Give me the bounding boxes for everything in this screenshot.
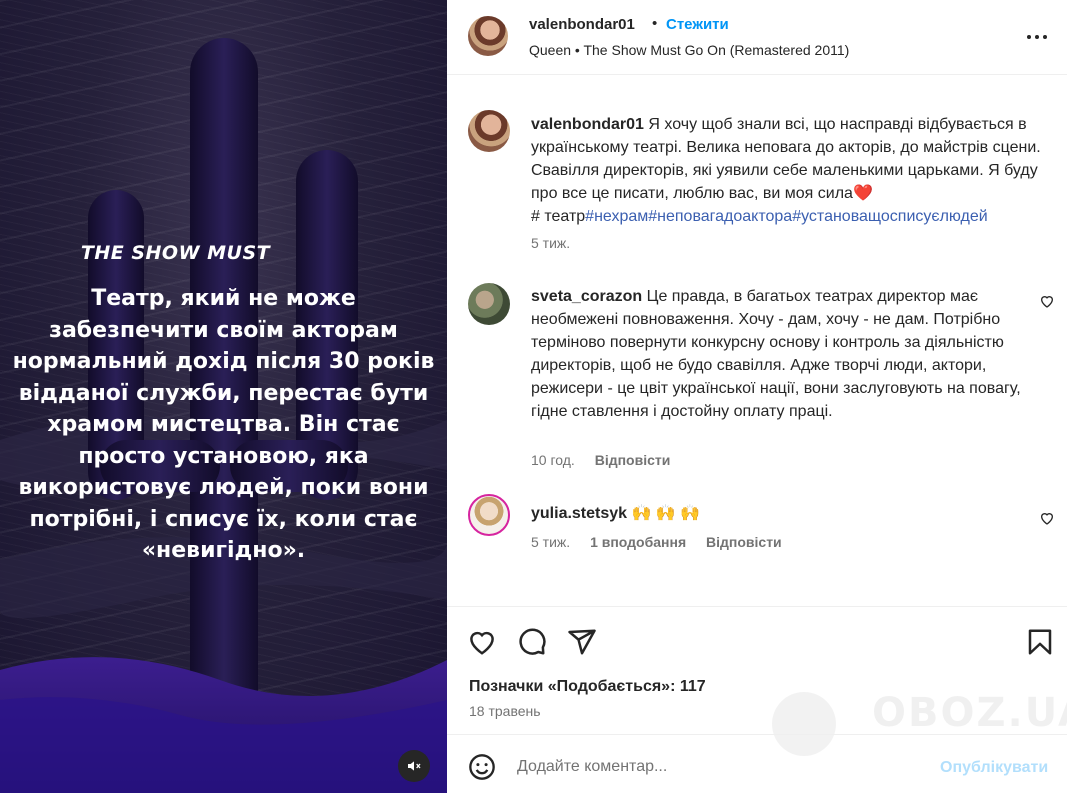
comment-username[interactable]: sveta_corazon [531, 288, 642, 305]
commenter-avatar-story-ring[interactable] [468, 494, 510, 536]
comment-like-heart-icon[interactable] [1039, 293, 1055, 309]
story-body-text: Театр, який не може забезпечити своїм ак… [12, 286, 435, 563]
likes-count[interactable]: Позначки «Подобається»: 117 [469, 678, 706, 696]
author-username[interactable]: valenbondar01 [529, 16, 635, 33]
comments-list[interactable]: valenbondar01 Я хочу щоб знали всі, що н… [447, 76, 1067, 606]
reply-button[interactable]: Відповісти [706, 534, 782, 550]
caption-time[interactable]: 5 тиж. [531, 235, 570, 251]
heart-emoji: ❤️ [852, 185, 873, 202]
comment-time[interactable]: 5 тиж. [531, 534, 570, 550]
comment-body: 🙌 🙌 🙌 [631, 505, 701, 522]
share-icon[interactable] [567, 627, 597, 657]
audio-track-link[interactable]: Queen • The Show Must Go On (Remastered … [529, 42, 849, 58]
caption-avatar[interactable] [468, 110, 510, 152]
heart-icon[interactable] [467, 627, 497, 657]
mute-toggle-button[interactable] [398, 750, 430, 782]
hashtag-links[interactable]: #нехрам#неповагадоактора#установащоспису… [585, 208, 988, 225]
separator-dot: • [652, 15, 658, 32]
action-bar: Позначки «Подобається»: 117 18 травень [447, 606, 1067, 734]
speaker-muted-icon [408, 761, 421, 771]
caption-username[interactable]: valenbondar01 [531, 116, 644, 133]
comment-text: yulia.stetsyk 🙌 🙌 🙌 [531, 502, 1041, 525]
emoji-icon[interactable] [468, 753, 496, 781]
author-avatar[interactable] [468, 16, 508, 56]
story-heading: THE SHOW MUST [80, 242, 271, 264]
comment-like-heart-icon[interactable] [1039, 510, 1055, 526]
comment-body: Це правда, в багатьох театрах директор м… [531, 288, 1021, 420]
commenter-avatar[interactable] [468, 283, 510, 325]
add-comment-bar: Опублікувати [447, 734, 1067, 793]
post-sidebar: valenbondar01 • Стежити Queen • The Show… [447, 0, 1067, 793]
bookmark-icon[interactable] [1025, 627, 1055, 657]
caption-hash-prefix: # театр [531, 208, 586, 225]
publish-button[interactable]: Опублікувати [940, 759, 1048, 777]
comment-time[interactable]: 10 год. [531, 452, 575, 468]
caption-meta: 5 тиж. [531, 235, 586, 251]
post-header: valenbondar01 • Стежити Queen • The Show… [447, 0, 1067, 75]
follow-button[interactable]: Стежити [666, 16, 729, 33]
comment-username[interactable]: yulia.stetsyk [531, 505, 627, 522]
comment-text: sveta_corazon Це правда, в багатьох теат… [531, 285, 1041, 423]
comment-meta: 5 тиж. 1 вподобання Відповісти [531, 534, 798, 550]
post-media[interactable]: THE SHOW MUST Театр, який не може забезп… [0, 0, 447, 793]
likes-count-link[interactable]: 1 вподобання [590, 534, 686, 550]
comment-icon[interactable] [517, 627, 547, 657]
reply-button[interactable]: Відповісти [595, 452, 671, 468]
caption-text: valenbondar01 Я хочу щоб знали всі, що н… [531, 113, 1041, 228]
post-date[interactable]: 18 травень [469, 703, 541, 719]
comment-input[interactable] [517, 753, 917, 781]
comment-meta: 10 год. Відповісти [531, 452, 686, 468]
more-horizontal-icon[interactable] [1025, 27, 1049, 47]
